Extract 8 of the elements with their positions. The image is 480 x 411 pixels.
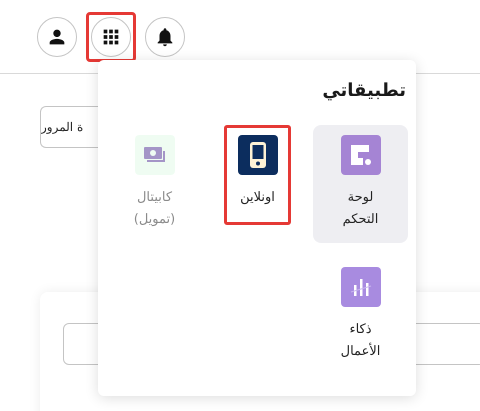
notifications-button[interactable] bbox=[145, 16, 185, 56]
app-tile[interactable]: اونلاين bbox=[224, 125, 291, 225]
menu-title: تطبيقاتي bbox=[322, 80, 406, 101]
app-tile[interactable]: لوحة التحكم bbox=[313, 125, 408, 243]
profile-button[interactable] bbox=[37, 16, 77, 56]
phone-icon bbox=[248, 141, 266, 169]
money-icon bbox=[142, 145, 166, 165]
bar-chart-icon bbox=[350, 276, 372, 298]
